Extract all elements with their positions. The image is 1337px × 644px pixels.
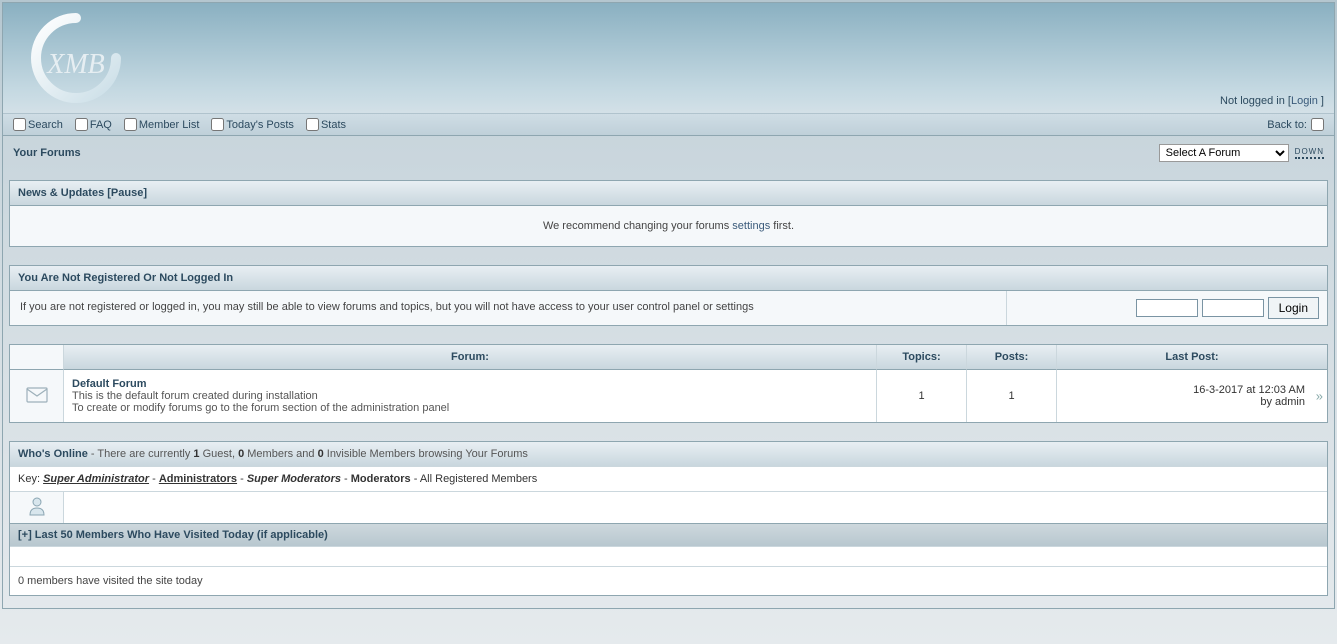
username-input[interactable] [1136,299,1198,317]
forum-desc2: To create or modify forums go to the for… [72,402,449,414]
tool-todays-posts[interactable]: Today's Posts [211,118,294,131]
topics-count: 1 [877,370,967,422]
settings-link[interactable]: settings [732,220,770,232]
login-link[interactable]: Login [1291,95,1318,107]
forum-select[interactable]: Select A Forum [1159,144,1289,162]
login-status: Not logged in [Login ] [1220,95,1324,107]
key-all: All Registered Members [420,473,537,485]
posts-count: 1 [967,370,1057,422]
forum-name-link[interactable]: Default Forum [72,378,147,390]
tool-search[interactable]: Search [13,118,63,131]
lastpost-by: by admin [1260,396,1305,408]
tool-faq[interactable]: FAQ [75,118,112,131]
key-super-mods: Super Moderators [247,473,341,485]
back-to-label: Back to: [1267,119,1307,131]
news-title: News & Updates [18,187,104,199]
login-panel-title: You Are Not Registered Or Not Logged In [10,266,1327,291]
page-title: Your Forums [13,147,81,159]
login-panel: You Are Not Registered Or Not Logged In … [9,265,1328,326]
down-link[interactable]: down [1295,147,1324,159]
key-super-admin: Super Administrator [43,473,149,485]
key-mods: Moderators [351,473,411,485]
col-topics: Topics: [877,345,967,370]
faq-checkbox[interactable] [75,118,88,131]
col-lastpost: Last Post: [1057,345,1327,370]
search-checkbox[interactable] [13,118,26,131]
col-posts: Posts: [967,345,1057,370]
table-row: Default Forum This is the default forum … [10,370,1327,422]
goto-lastpost-icon[interactable]: » [1316,389,1323,404]
todays-posts-checkbox[interactable] [211,118,224,131]
back-to-checkbox[interactable] [1311,118,1324,131]
whos-subtext: - There are currently 1 Guest, 0 Members… [91,448,528,460]
tool-memberlist[interactable]: Member List [124,118,200,131]
svg-text:XMB: XMB [46,49,105,80]
key-row: Key: Super Administrator - Administrator… [10,466,1327,491]
memberlist-checkbox[interactable] [124,118,137,131]
password-input[interactable] [1202,299,1264,317]
forum-desc1: This is the default forum created during… [72,390,318,402]
forum-table: Forum: Topics: Posts: Last Post: Default… [9,344,1328,423]
whos-online-panel: Who's Online - There are currently 1 Gue… [9,441,1328,596]
last50-msg: 0 members have visited the site today [10,566,1327,595]
logo[interactable]: XMB [21,13,131,103]
sub-row: Your Forums Select A Forum down [3,136,1334,170]
col-forum: Forum: [64,345,877,370]
col-icon [10,345,64,370]
login-form: Login [1007,291,1327,325]
last50-header[interactable]: [+] Last 50 Members Who Have Visited Tod… [10,523,1327,546]
key-admins: Administrators [159,473,237,485]
toolbar: Search FAQ Member List Today's Posts Sta… [3,113,1334,136]
mail-icon [26,387,48,403]
online-list [64,492,1327,523]
news-body: We recommend changing your forums settin… [10,206,1327,246]
tool-stats[interactable]: Stats [306,118,346,131]
stats-checkbox[interactable] [306,118,319,131]
empty-row [10,546,1327,566]
login-button[interactable]: Login [1268,297,1319,319]
lastpost-date: 16-3-2017 at 12:03 AM [1193,384,1305,396]
whos-title: Who's Online [18,448,88,460]
news-pause[interactable]: [Pause] [107,187,147,199]
news-panel: News & Updates [Pause] We recommend chan… [9,180,1328,247]
user-icon [28,496,46,516]
banner: XMB Not logged in [Login ] [3,3,1334,113]
login-msg: If you are not registered or logged in, … [10,291,1007,325]
